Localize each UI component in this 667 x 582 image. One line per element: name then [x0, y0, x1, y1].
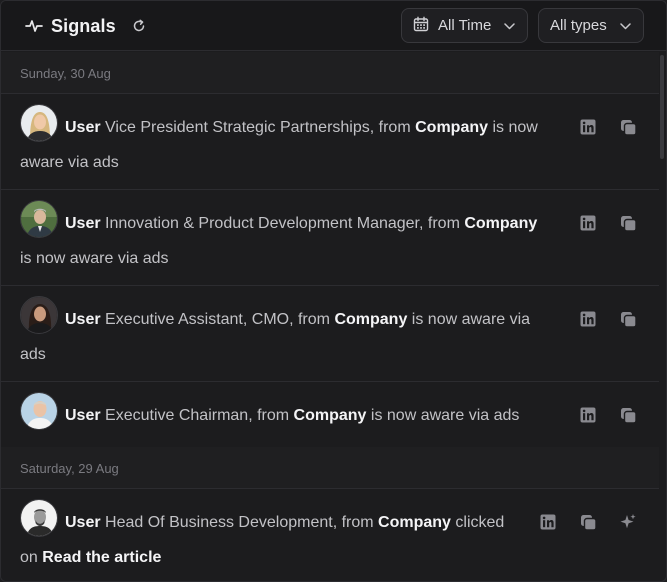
copy-icon[interactable] — [619, 406, 637, 424]
time-filter-dropdown[interactable]: All Time — [401, 8, 528, 43]
signal-description: is now aware via ads — [370, 407, 520, 424]
type-filter-label: All types — [550, 17, 607, 34]
title-group: Signals — [25, 13, 146, 39]
user-role: Executive Assistant, CMO, from — [105, 311, 330, 328]
signal-text: User Vice President Strategic Partnershi… — [20, 110, 548, 180]
signal-row[interactable]: User Head Of Business Development, from … — [1, 489, 659, 581]
refresh-icon[interactable] — [132, 19, 146, 33]
signal-row[interactable]: User Executive Assistant, CMO, from Comp… — [1, 286, 659, 382]
user-name[interactable]: User — [65, 311, 101, 328]
chevron-down-icon — [504, 17, 515, 34]
company-name[interactable]: Company — [464, 215, 537, 232]
date-separator: Saturday, 29 Aug — [1, 447, 659, 489]
linkedin-icon[interactable] — [579, 118, 597, 136]
signals-header: Signals All Time All types — [1, 1, 666, 51]
linkedin-icon[interactable] — [579, 406, 597, 424]
signal-row[interactable]: User Vice President Strategic Partnershi… — [1, 94, 659, 190]
copy-icon[interactable] — [579, 513, 597, 531]
date-label: Sunday, 30 Aug — [20, 66, 111, 81]
linkedin-icon[interactable] — [579, 214, 597, 232]
linkedin-icon[interactable] — [539, 513, 557, 531]
signal-row[interactable]: User Innovation & Product Development Ma… — [1, 190, 659, 286]
user-name[interactable]: User — [65, 119, 101, 136]
calendar-icon — [413, 16, 429, 36]
signal-text: User Executive Chairman, from Company is… — [20, 398, 548, 433]
user-name[interactable]: User — [65, 514, 101, 531]
copy-icon[interactable] — [619, 118, 637, 136]
user-role: Vice President Strategic Partnerships, f… — [105, 119, 411, 136]
signal-text: User Innovation & Product Development Ma… — [20, 206, 548, 276]
user-name[interactable]: User — [65, 407, 101, 424]
date-label: Saturday, 29 Aug — [20, 461, 119, 476]
company-name[interactable]: Company — [294, 407, 367, 424]
company-name[interactable]: Company — [415, 119, 488, 136]
page-title: Signals — [51, 15, 116, 36]
user-role: Head Of Business Development, from — [105, 514, 374, 531]
scrollbar[interactable] — [660, 55, 664, 159]
user-role: Executive Chairman, from — [105, 407, 290, 424]
sparkle-icon[interactable] — [619, 513, 637, 531]
chevron-down-icon — [620, 17, 631, 34]
company-name[interactable]: Company — [334, 311, 407, 328]
user-role: Innovation & Product Development Manager… — [105, 215, 460, 232]
copy-icon[interactable] — [619, 310, 637, 328]
linkedin-icon[interactable] — [579, 310, 597, 328]
signals-panel: Signals All Time All types Sunday, 30 Au… — [0, 0, 667, 582]
type-filter-dropdown[interactable]: All types — [538, 8, 644, 43]
date-separator: Sunday, 30 Aug — [1, 52, 659, 94]
activity-icon — [25, 18, 43, 34]
time-filter-label: All Time — [438, 17, 492, 34]
user-name[interactable]: User — [65, 215, 101, 232]
copy-icon[interactable] — [619, 214, 637, 232]
company-name[interactable]: Company — [378, 514, 451, 531]
signal-text: User Head Of Business Development, from … — [20, 505, 508, 575]
article-link[interactable]: Read the article — [42, 549, 161, 566]
signal-description: is now aware via ads — [20, 250, 169, 267]
signal-text: User Executive Assistant, CMO, from Comp… — [20, 302, 548, 372]
signal-list[interactable]: Sunday, 30 Aug User Vice President Strat… — [1, 52, 659, 581]
